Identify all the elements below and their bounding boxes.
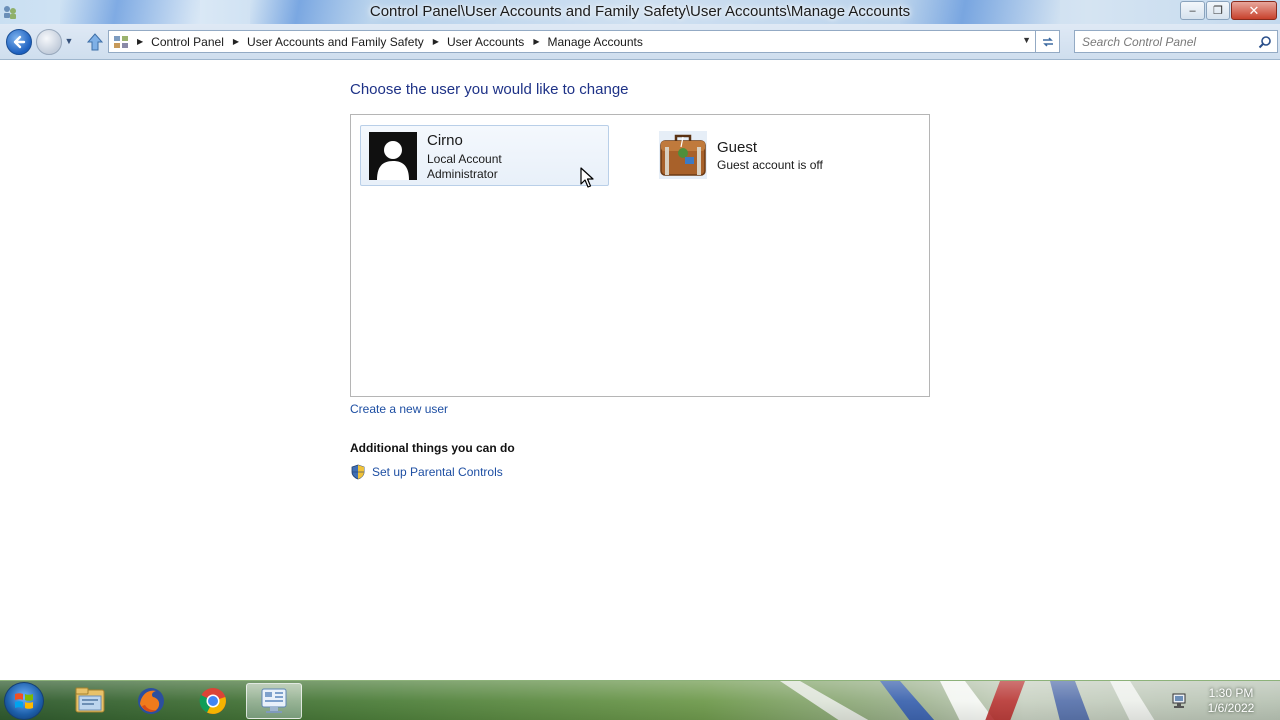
accounts-list: Cirno Local Account Administrator Guest … [350, 114, 930, 397]
network-icon[interactable] [1170, 692, 1188, 710]
chevron-right-icon[interactable]: ▶ [433, 37, 439, 46]
search-icon[interactable] [1258, 35, 1272, 49]
taskbar-windows-explorer[interactable] [62, 683, 118, 719]
minimize-button[interactable]: – [1180, 1, 1205, 20]
address-dropdown-icon[interactable]: ▼ [1022, 35, 1031, 45]
windows-logo-icon [15, 693, 33, 709]
start-button[interactable] [4, 682, 44, 720]
account-type: Local Account [427, 152, 502, 166]
create-new-user-link[interactable]: Create a new user [350, 402, 448, 416]
taskbar-control-panel[interactable] [246, 683, 302, 719]
clock-time: 1:30 PM [1208, 686, 1254, 700]
refresh-button[interactable] [1036, 30, 1060, 53]
recent-pages-dropdown[interactable]: ▼ [63, 36, 75, 48]
mouse-cursor-icon [580, 167, 594, 188]
page-title: Choose the user you would like to change [350, 81, 629, 98]
set-up-parental-controls-link[interactable]: Set up Parental Controls [372, 465, 503, 479]
account-name: Guest [717, 139, 758, 156]
window-title: Control Panel\User Accounts and Family S… [369, 3, 911, 20]
additional-things-heading: Additional things you can do [350, 441, 515, 455]
breadcrumb[interactable]: ▶ Control Panel ▶ User Accounts and Fami… [108, 30, 1036, 53]
breadcrumb-user-accounts[interactable]: User Accounts [447, 35, 524, 49]
breadcrumb-control-panel[interactable]: Control Panel [151, 35, 224, 49]
restore-button[interactable]: ❐ [1206, 1, 1230, 20]
parental-controls-item[interactable]: Set up Parental Controls [350, 463, 503, 481]
forward-button[interactable] [36, 29, 62, 55]
taskbar-chrome[interactable] [185, 683, 241, 719]
refresh-icon [1042, 36, 1053, 47]
chevron-right-icon[interactable]: ▶ [233, 37, 239, 46]
suitcase-icon [659, 131, 707, 179]
firefox-icon [138, 688, 164, 714]
taskbar-clock[interactable]: 1:30 PM 1/6/2022 [1196, 686, 1266, 716]
search-box[interactable] [1074, 30, 1278, 53]
chrome-icon [199, 688, 226, 714]
account-tile-cirno[interactable]: Cirno Local Account Administrator [360, 125, 609, 186]
title-bar[interactable]: Control Panel\User Accounts and Family S… [0, 0, 1280, 24]
account-role: Administrator [427, 167, 498, 181]
breadcrumb-user-accounts-and-family-safety[interactable]: User Accounts and Family Safety [247, 35, 424, 49]
folder-icon [75, 687, 105, 713]
address-toolbar: ▼ ▶ Control Panel ▶ User Accounts and Fa… [0, 24, 1280, 60]
control-panel-icon [114, 35, 128, 48]
control-panel-icon [261, 688, 287, 713]
taskbar: 1:30 PM 1/6/2022 [0, 680, 1280, 720]
account-name: Cirno [427, 132, 463, 149]
search-input[interactable] [1075, 31, 1255, 52]
person-silhouette-icon [369, 132, 417, 180]
breadcrumb-manage-accounts[interactable]: Manage Accounts [547, 35, 642, 49]
account-status: Guest account is off [717, 158, 823, 172]
arrow-left-icon [13, 35, 26, 49]
chevron-right-icon[interactable]: ▶ [533, 37, 539, 46]
back-button[interactable] [6, 29, 32, 55]
account-tile-guest[interactable]: Guest Guest account is off [657, 131, 917, 192]
up-arrow-icon[interactable] [86, 32, 104, 52]
clock-date: 1/6/2022 [1207, 701, 1255, 715]
taskbar-firefox[interactable] [123, 683, 179, 719]
chevron-right-icon[interactable]: ▶ [137, 37, 143, 46]
shield-icon [351, 464, 365, 480]
close-button[interactable]: ✕ [1231, 1, 1277, 20]
